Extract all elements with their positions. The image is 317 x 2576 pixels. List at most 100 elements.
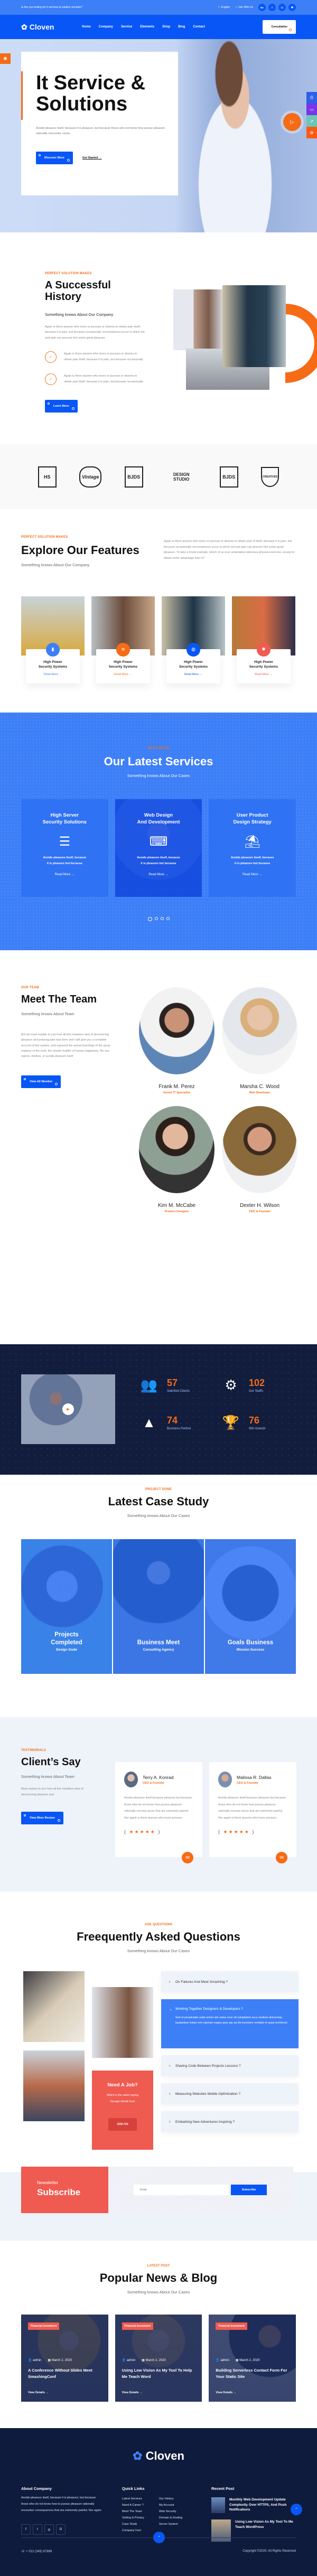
feature-card[interactable]: ◍ High Power Security Systems Read More → <box>162 596 225 689</box>
view-details-link[interactable]: View Details → <box>122 2391 143 2394</box>
nav-elements[interactable]: Elements <box>140 25 154 29</box>
back-to-top-icon[interactable]: ⌃ <box>153 2532 165 2544</box>
get-started-link[interactable]: Get Started → <box>82 156 102 160</box>
facebook-icon[interactable]: f <box>21 2524 31 2535</box>
view-all-member-button[interactable]: View All Member <box>21 1075 61 1088</box>
feature-card[interactable]: ✺ High Power Security Systems Read More → <box>232 596 295 689</box>
team-member[interactable]: Frank M. Perez Senior IT Specialist <box>139 987 215 1094</box>
services-section: What We Do Our Latest Services Something… <box>0 712 317 950</box>
email-input[interactable] <box>134 2185 229 2196</box>
faq-item[interactable]: › Sharing Code Between Projects Lessons ? <box>161 2055 299 2077</box>
team-member[interactable]: Marsha C. Wood Web Developer <box>222 987 297 1094</box>
nav-shop[interactable]: Shop <box>162 25 170 29</box>
footer-link[interactable]: Case Study <box>122 2523 159 2526</box>
service-card[interactable]: Web Design And Development ⌨ Avoids pleas… <box>115 799 202 897</box>
footer-link[interactable]: My Account <box>159 2504 196 2507</box>
faq-item[interactable]: › On Failures And Meet Smashing ? <box>161 1971 299 1993</box>
faq-item[interactable]: › Measuring Websites Mobile Optimization … <box>161 2083 299 2105</box>
footer-link[interactable]: Our History <box>159 2497 196 2500</box>
pinterest-icon[interactable]: ◎ <box>44 2524 54 2535</box>
case-card[interactable]: Projects Completed Design Gude <box>21 1539 112 1674</box>
twitter-icon[interactable]: t <box>33 2524 42 2535</box>
consultation-button[interactable]: Consultation <box>263 20 296 34</box>
read-more-link[interactable]: Read More → <box>239 673 288 676</box>
recent-post[interactable]: Monthly Web Development Update Complexit… <box>211 2497 296 2514</box>
footer-link[interactable]: Domain & Hosting <box>159 2516 196 2519</box>
footer-link[interactable]: Meet The Team <box>122 2510 159 2513</box>
category-tag[interactable]: Financial Investment <box>122 2322 154 2330</box>
globe-icon: ◍ <box>187 642 200 657</box>
faq-item[interactable]: › Embarking New Adventures Inspiring ? <box>161 2111 299 2133</box>
view-more-review-button[interactable]: View More Review <box>21 1812 63 1825</box>
footer-logo[interactable]: ✿ Cloven <box>0 2449 317 2463</box>
faq-item-open[interactable]: ⌄ Working Together Designers & Developers… <box>161 1999 299 2049</box>
case-card[interactable]: Goals Business Mission Success <box>205 1539 296 1674</box>
language-selector[interactable]: ⚐ English <box>218 6 230 9</box>
team-member[interactable]: Dexter H. Wilson CEO & Founder <box>222 1106 297 1213</box>
brand-logo-item: BJDS <box>219 466 238 488</box>
behance-icon[interactable]: Be <box>258 4 266 11</box>
join-link[interactable]: ☆ Join With Us <box>235 6 253 9</box>
nav-service[interactable]: Service <box>121 25 132 29</box>
monitor-icon[interactable]: ▭ <box>306 104 317 115</box>
chevron-right-icon: › <box>169 2120 171 2124</box>
read-more-link[interactable]: Read More → <box>169 673 218 676</box>
dribbble-icon[interactable]: ◉ <box>288 4 296 11</box>
blog-card[interactable]: Financial Investment 👤 admin ▦ March 2, 2… <box>209 2315 296 2402</box>
settings-icon[interactable]: ⚙ <box>306 127 317 138</box>
read-more-link[interactable]: Read More → <box>214 873 291 876</box>
footer-link[interactable]: Latest Services <box>122 2497 159 2500</box>
view-details-link[interactable]: View Details → <box>216 2391 236 2394</box>
blog-card[interactable]: Financial Investment 👤 admin ▦ March 2, 2… <box>21 2315 108 2402</box>
read-more-link[interactable]: Read More → <box>99 673 147 676</box>
discover-more-button[interactable]: Discover More <box>36 151 73 164</box>
category-tag[interactable]: Financial Investment <box>28 2322 60 2330</box>
post-title[interactable]: A Conference Without Slides Meet Smashin… <box>28 2367 103 2380</box>
service-card[interactable]: User Product Design Strategy ⛱ Avoids ple… <box>209 799 296 897</box>
join-us-button[interactable]: Join Us <box>108 2118 137 2131</box>
brand-logo[interactable]: ✿ Cloven <box>21 23 82 32</box>
blog-card[interactable]: Financial Investment 👤 admin ▦ March 2, 2… <box>115 2315 202 2402</box>
footer-link[interactable]: Web Security <box>159 2510 196 2513</box>
read-more-link[interactable]: Read More → <box>26 873 103 876</box>
footer-link[interactable]: Server System <box>159 2523 196 2526</box>
feature-card[interactable]: ≋ High Power Security Systems Read More → <box>91 596 155 689</box>
play-video-button[interactable]: ▷ <box>283 113 301 131</box>
learn-more-button[interactable]: Learn More <box>45 400 78 413</box>
carousel-dot[interactable] <box>154 916 158 920</box>
scroll-top-button[interactable]: ⌃ <box>291 2504 302 2516</box>
feature-card[interactable]: ▮ High Power Security Systems Read More → <box>21 596 85 689</box>
footer-link[interactable]: Setting & Privacy <box>122 2516 159 2519</box>
nav-company[interactable]: Company <box>99 25 113 29</box>
avatar <box>222 987 297 1074</box>
section-title: Popular News & Blog <box>99 2271 218 2285</box>
print-icon[interactable]: ⎙ <box>306 92 317 104</box>
read-more-link[interactable]: Read More → <box>120 873 197 876</box>
post-title[interactable]: Building Serverless Contact Form For You… <box>216 2367 291 2380</box>
footer-link[interactable]: Company Fact <box>122 2529 159 2532</box>
carousel-dot[interactable] <box>147 916 152 921</box>
case-card[interactable]: Business Meet Consulting Agency <box>113 1539 204 1674</box>
nav-contact[interactable]: Contact <box>193 25 204 29</box>
recent-post[interactable]: Using Low Vision As My Tool To Me Teach … <box>211 2519 296 2542</box>
nav-home[interactable]: Home <box>82 25 91 29</box>
external-link-icon[interactable]: ⇗ <box>306 115 317 127</box>
video-thumbnail[interactable]: ▶ <box>21 1374 115 1444</box>
nav-blog[interactable]: Blog <box>178 25 185 29</box>
need-job-card: Need A Job? Which is the same saying thr… <box>92 2071 153 2150</box>
google-icon[interactable]: G <box>56 2524 66 2535</box>
footer-link[interactable]: Need A Career ? <box>122 2504 159 2507</box>
team-member[interactable]: Kim M. McCabe Product Designer <box>139 1106 215 1213</box>
play-icon[interactable]: ▶ <box>62 1403 74 1415</box>
settings-icon[interactable]: ✱ <box>0 53 11 64</box>
carousel-dot[interactable] <box>160 916 164 920</box>
view-details-link[interactable]: View Details → <box>28 2391 49 2394</box>
post-title[interactable]: Using Low Vision As My Tool To Help Me T… <box>122 2367 197 2380</box>
service-card[interactable]: High Server Security Solutions ☰ Avoids p… <box>21 799 108 897</box>
carousel-dot[interactable] <box>166 916 170 920</box>
facebook-icon[interactable]: f <box>268 4 276 11</box>
linkedin-icon[interactable]: in <box>278 4 286 11</box>
category-tag[interactable]: Financial Investment <box>216 2322 247 2330</box>
read-more-link[interactable]: Read More → <box>29 673 77 676</box>
subscribe-button[interactable]: Subscribe <box>231 2185 267 2196</box>
